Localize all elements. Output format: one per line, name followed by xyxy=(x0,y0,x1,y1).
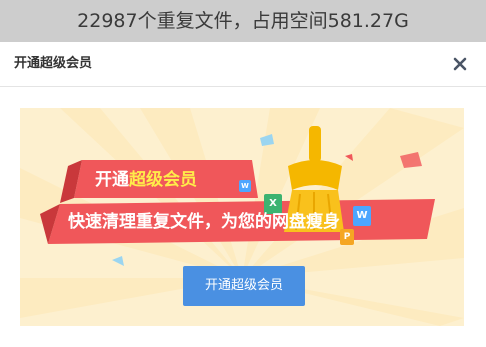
promo-banner: X W P W 开通超级会员 快速清理重复文件，为您的网盘瘦身 开通超级会员 xyxy=(20,108,464,326)
dialog-header: 开通超级会员 xyxy=(0,42,486,87)
broom-head xyxy=(288,160,342,190)
banner-subheadline: 快速清理重复文件，为您的网盘瘦身 xyxy=(68,212,340,232)
vip-upgrade-dialog: 开通超级会员 X W P W 开通超级会员 快速清理重复文件，为您的网盘瘦身 开… xyxy=(0,42,486,347)
duplicate-files-summary: 22987个重复文件，占用空间581.27G xyxy=(77,10,409,32)
broom-handle xyxy=(309,126,321,162)
banner-headline: 开通超级会员 xyxy=(76,163,245,197)
banner-headline-highlight: 超级会员 xyxy=(129,170,197,190)
dialog-title: 开通超级会员 xyxy=(14,56,93,71)
banner-headline-prefix: 开通 xyxy=(95,170,129,190)
upgrade-vip-button[interactable]: 开通超级会员 xyxy=(183,266,305,306)
close-icon[interactable] xyxy=(450,54,470,74)
